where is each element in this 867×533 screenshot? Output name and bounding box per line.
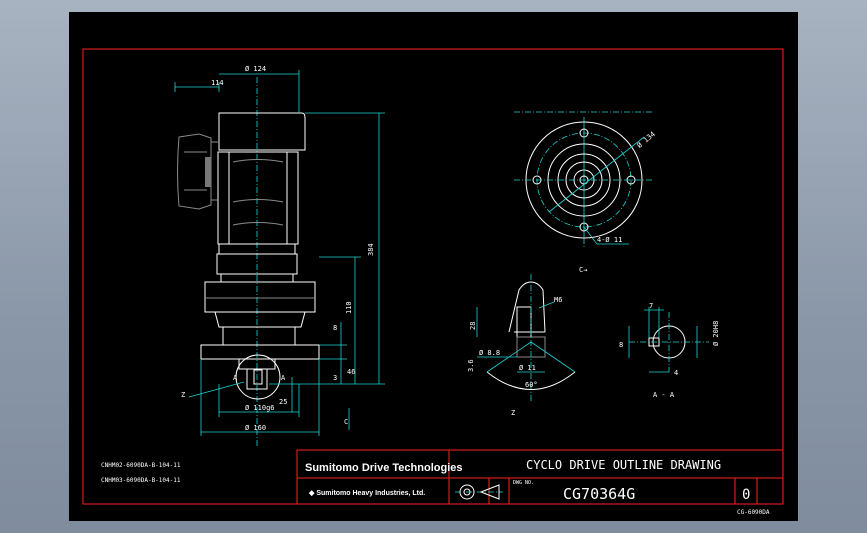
dwg-label: DWG NO. [513,480,534,486]
dim-60deg: 60° [525,381,538,389]
dim-110: 110 [345,301,353,314]
detail-z-circle [235,354,281,400]
note-2: CNHM03-6090DA-B-104-11 [101,477,181,484]
label-aa: A - A [653,391,675,399]
drawing-border [82,48,784,505]
detail-z: 60° M6 28 3.6 Ø 8.8 Ø 11 Z [467,274,576,417]
side-view: 114 Ø 124 384 110 8 3 46 25 Ø 110g6 Ø 16… [174,65,385,447]
motor-body [217,151,299,245]
dim-d11: Ø 11 [519,364,536,372]
dim-46: 46 [347,368,355,376]
revision: 0 [742,487,750,503]
dim-8b: 8 [619,341,623,349]
label-c-arrow: C→ [579,266,587,274]
fan-cover [218,112,306,151]
dim-4x11: 4-Ø 11 [597,236,622,244]
drawing-title: CYCLO DRIVE OUTLINE DRAWING [526,458,721,472]
dim-114: 114 [211,79,224,87]
dim-7: 7 [649,302,653,310]
dim-384: 384 [367,243,375,256]
label-a2: A [281,374,286,382]
drawing-canvas: 114 Ø 124 384 110 8 3 46 25 Ø 110g6 Ø 16… [69,12,798,521]
dim-d110g6: Ø 110g6 [245,404,275,412]
label-z2: Z [511,409,515,417]
company-name: ◆ Sumitomo Heavy Industries, Ltd. [308,490,425,497]
dim-d134: Ø 134 [636,130,657,150]
cad-drawing: 114 Ø 124 384 110 8 3 46 25 Ø 110g6 Ø 16… [82,48,784,516]
label-a: A [233,374,238,382]
label-z: Z [181,391,185,399]
sheet-code: CG-6090DA [737,509,770,516]
dwg-number: CG70364G [563,485,635,503]
projection-symbol [455,484,503,500]
section-aa: 7 8 4 Ø 20H8 A - A [619,302,720,399]
reducer-housing [204,281,316,313]
dim-d20h8: Ø 20H8 [712,321,720,346]
dim-m6: M6 [554,296,562,304]
dim-4: 4 [674,369,678,377]
dim-8: 8 [333,324,337,332]
dim-d8p8: Ø 8.8 [479,349,500,357]
flange [200,344,320,360]
view-c: Ø 134 4-Ø 11 C→ [514,111,657,274]
label-c: C [344,418,348,426]
dim-28: 28 [469,322,477,330]
dim-3p6: 3.6 [467,359,475,372]
title-block: Sumitomo Drive Technologies ◆ Sumitomo H… [296,449,784,505]
dim-3: 3 [333,374,337,382]
dim-25: 25 [279,398,287,406]
dim-d124: Ø 124 [245,65,266,73]
dim-d160: Ø 160 [245,424,266,432]
note-1: CNHM02-6090DA-B-104-11 [101,462,181,469]
brand-logo: Sumitomo Drive Technologies [305,462,463,474]
